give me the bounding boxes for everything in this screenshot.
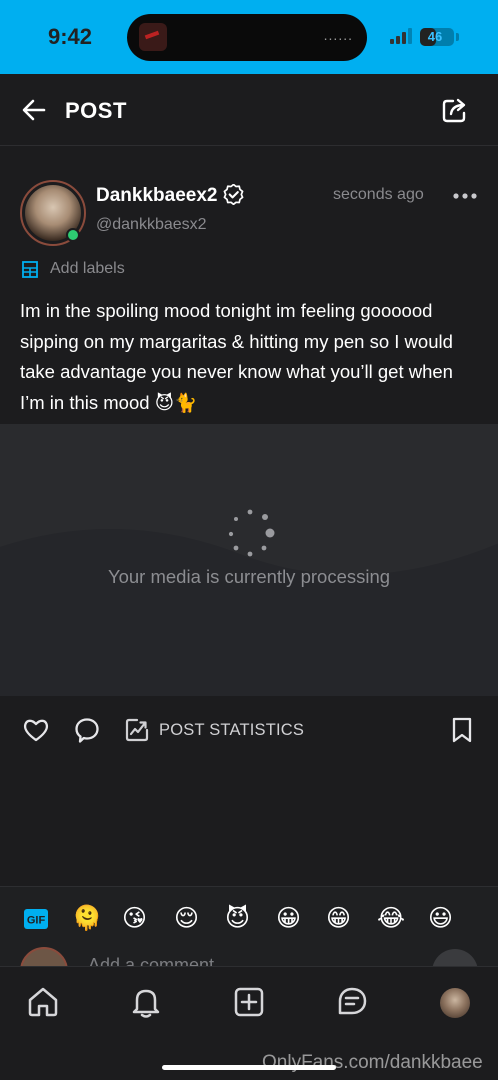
send-comment-button[interactable] — [432, 949, 478, 967]
status-bar: 9:42 ...... 46 — [0, 0, 498, 74]
messages-icon[interactable] — [335, 985, 369, 1019]
bookmark-icon[interactable] — [449, 716, 475, 744]
online-status-dot — [66, 228, 80, 242]
home-icon[interactable] — [26, 985, 60, 1019]
emoji-option[interactable]: 😃 — [428, 903, 453, 933]
statistics-icon — [125, 718, 149, 742]
label-icon — [22, 261, 38, 278]
add-post-icon[interactable] — [232, 985, 266, 1019]
emoji-reaction-bar: GIF 🫠 😘 😌 😈 😀 😁 😂 😃 Add a comment... — [0, 886, 498, 967]
gif-icon[interactable]: GIF — [23, 907, 49, 931]
media-processing-placeholder — [0, 424, 498, 696]
watermark: OnlyFans.com/dankkbaee — [262, 1052, 483, 1073]
app-header: POST — [0, 74, 498, 146]
post-body-emoji: 😈🐈 — [154, 392, 198, 414]
emoji-option[interactable]: 😈 — [225, 903, 250, 933]
emoji-option[interactable]: 😁 — [326, 903, 351, 933]
commenter-avatar — [20, 947, 68, 967]
loading-spinner-icon — [228, 509, 275, 557]
add-labels-label: Add labels — [50, 260, 125, 277]
svg-text:GIF: GIF — [27, 915, 46, 927]
island-app-icon — [139, 23, 167, 51]
emoji-option[interactable]: 🫠 — [72, 903, 102, 933]
dynamic-island[interactable]: ...... — [127, 14, 367, 61]
comment-icon[interactable] — [73, 716, 101, 744]
post-statistics-button[interactable]: POST STATISTICS — [124, 716, 304, 744]
author-display-name[interactable]: Dankkbaeex2 — [96, 185, 217, 207]
battery-percent: 46 — [427, 29, 443, 44]
post-body-text: Im in the spoiling mood tonight im feeli… — [20, 300, 453, 413]
post-statistics-label: POST STATISTICS — [159, 720, 305, 739]
signal-icon — [390, 28, 414, 44]
bell-icon[interactable] — [129, 985, 163, 1019]
author-username[interactable]: @dankkbaesx2 — [96, 216, 207, 234]
share-icon[interactable] — [441, 96, 469, 124]
post-timestamp: seconds ago — [333, 186, 424, 203]
heart-icon[interactable] — [22, 716, 50, 744]
emoji-option[interactable]: 😌 — [174, 903, 199, 933]
verified-badge-icon — [223, 184, 244, 205]
media-processing-text: Your media is currently processing — [107, 566, 391, 587]
battery-icon: 46 — [420, 28, 454, 46]
page-title: POST — [65, 98, 127, 123]
profile-avatar[interactable] — [440, 988, 470, 1018]
emoji-option[interactable]: 😂 — [377, 903, 405, 933]
island-dots: ...... — [323, 27, 353, 43]
more-options-icon[interactable] — [452, 187, 478, 205]
emoji-option[interactable]: 😘 — [122, 903, 147, 933]
emoji-option[interactable]: 😀 — [276, 903, 301, 933]
add-labels-button[interactable]: Add labels — [20, 258, 125, 280]
arrow-left-icon[interactable] — [20, 96, 48, 124]
status-time: 9:42 — [48, 24, 93, 49]
battery-cap — [456, 33, 459, 41]
post-body: Im in the spoiling mood tonight im feeli… — [20, 296, 480, 419]
comment-row: Add a comment... — [0, 947, 498, 967]
post-action-bar: POST STATISTICS — [0, 708, 498, 750]
